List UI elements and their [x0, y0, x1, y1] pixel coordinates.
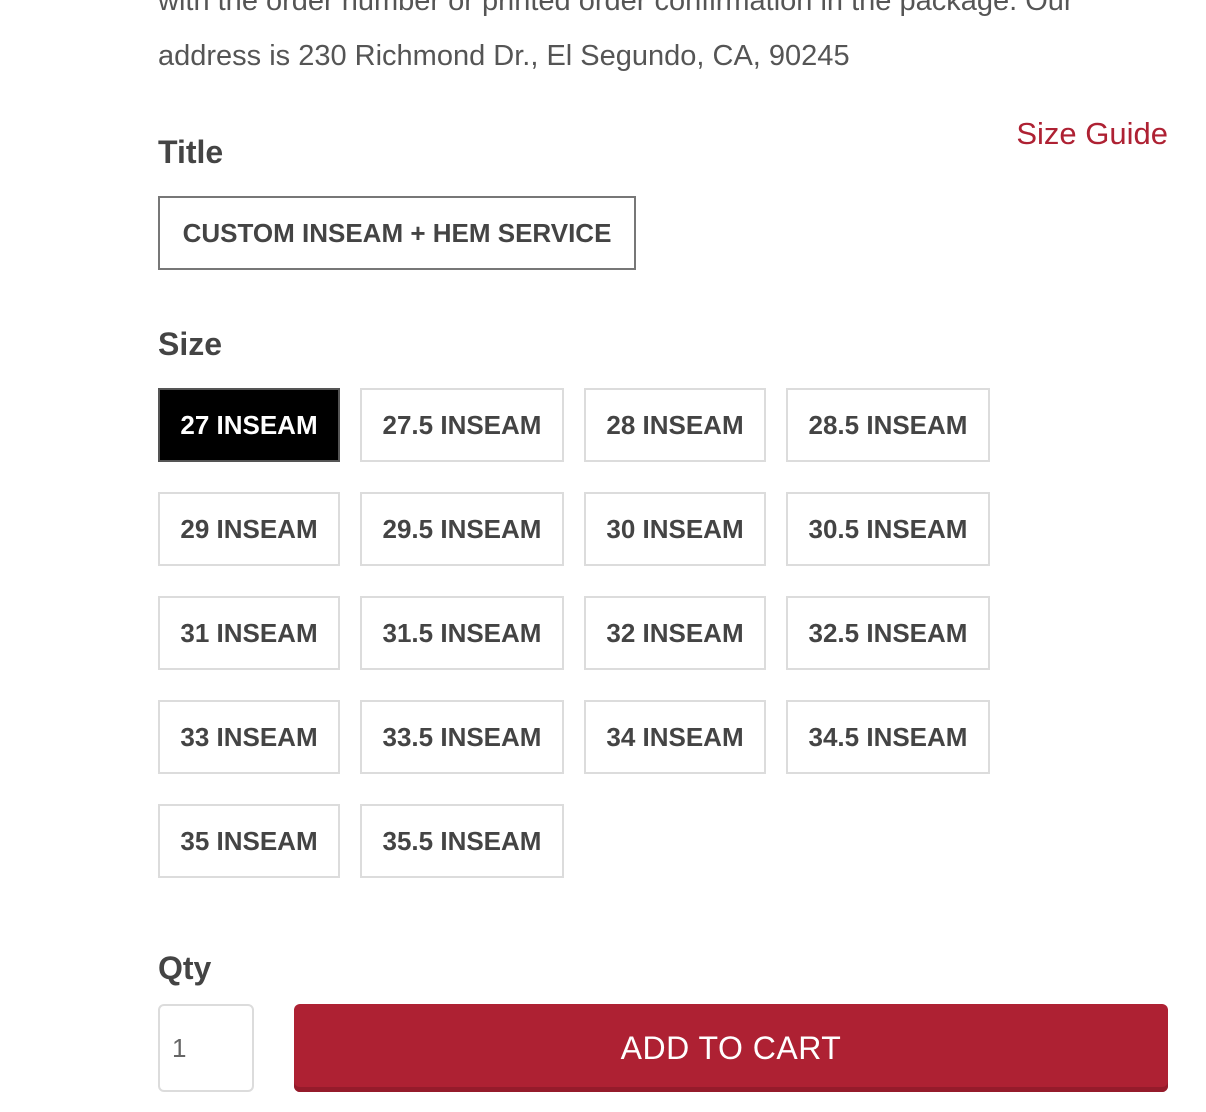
size-option[interactable]: 33.5 INSEAM	[360, 700, 564, 774]
size-option[interactable]: 32.5 INSEAM	[786, 596, 990, 670]
size-option[interactable]: 30.5 INSEAM	[786, 492, 990, 566]
size-option[interactable]: 31.5 INSEAM	[360, 596, 564, 670]
title-label: Title	[158, 134, 224, 170]
size-option[interactable]: 34.5 INSEAM	[786, 700, 990, 774]
product-description: with the order number or printed order c…	[158, 0, 1168, 84]
description-line-1: with the order number or printed order c…	[158, 0, 1074, 17]
size-option[interactable]: 29 INSEAM	[158, 492, 340, 566]
size-option[interactable]: 31 INSEAM	[158, 596, 340, 670]
add-to-cart-button[interactable]: ADD TO CART	[294, 1004, 1168, 1092]
size-option[interactable]: 27 INSEAM	[158, 388, 340, 462]
qty-label: Qty	[158, 950, 212, 986]
size-options-grid: 27 INSEAM 27.5 INSEAM 28 INSEAM 28.5 INS…	[158, 388, 998, 878]
size-option[interactable]: 35.5 INSEAM	[360, 804, 564, 878]
size-option[interactable]: 32 INSEAM	[584, 596, 766, 670]
size-label: Size	[158, 326, 223, 362]
qty-input[interactable]	[158, 1004, 254, 1092]
title-option-button[interactable]: CUSTOM INSEAM + HEM SERVICE	[158, 196, 636, 270]
description-line-2: address is 230 Richmond Dr., El Segundo,…	[158, 40, 850, 72]
size-option[interactable]: 28 INSEAM	[584, 388, 766, 462]
size-option[interactable]: 33 INSEAM	[158, 700, 340, 774]
size-guide-link[interactable]: Size Guide	[1016, 116, 1168, 152]
size-option[interactable]: 34 INSEAM	[584, 700, 766, 774]
size-option[interactable]: 28.5 INSEAM	[786, 388, 990, 462]
size-option[interactable]: 29.5 INSEAM	[360, 492, 564, 566]
size-option[interactable]: 27.5 INSEAM	[360, 388, 564, 462]
size-option[interactable]: 30 INSEAM	[584, 492, 766, 566]
size-option[interactable]: 35 INSEAM	[158, 804, 340, 878]
